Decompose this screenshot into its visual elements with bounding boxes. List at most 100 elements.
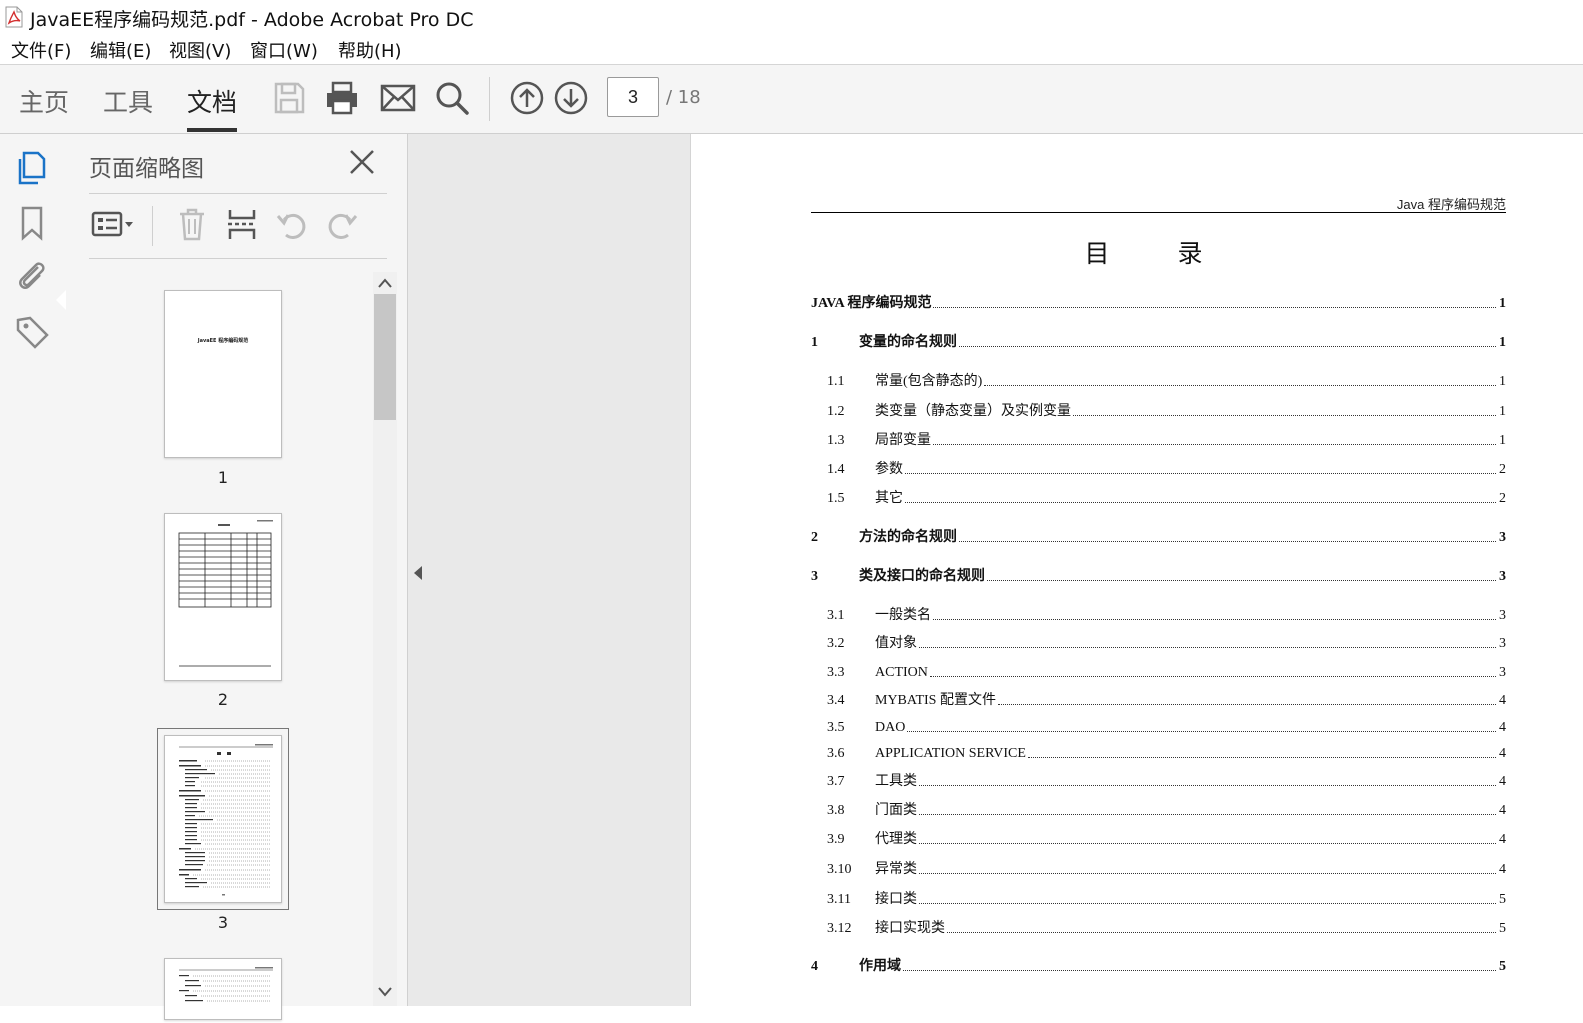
toc-dot-leader: [984, 385, 1496, 386]
toc-entry[interactable]: 3.8 门面类 4: [811, 799, 1506, 819]
close-icon[interactable]: [347, 147, 377, 177]
toc-entry[interactable]: 1.5 其它 2: [811, 487, 1506, 507]
thumbnail-title-text: JavaEE 程序编码规范: [197, 338, 249, 344]
toc-dot-leader: [947, 932, 1496, 933]
toc-entry-page: 3: [1499, 530, 1506, 545]
toc-entry-number: 3.11: [827, 892, 851, 907]
toc-entry[interactable]: 1.4 参数 2: [811, 458, 1506, 478]
tab-home[interactable]: 主页: [19, 83, 69, 119]
document-page: Java 程序编码规范 目 录 JAVA 程序编码规范 1 1 变量的命名规则 1 1.1…: [691, 134, 1583, 1006]
toc-entry-number: 3.9: [827, 832, 845, 847]
collapse-panel-arrow-icon[interactable]: [411, 564, 425, 582]
toc-entry-page: 3: [1499, 665, 1506, 680]
tag-icon[interactable]: [14, 314, 50, 350]
toc-entry-title: 工具类: [875, 774, 917, 789]
toc-entry[interactable]: 3.7 工具类 4: [811, 770, 1506, 790]
menu-window[interactable]: 窗口(W): [250, 37, 318, 63]
thumbnail-table-graphic: [178, 520, 273, 667]
toc-entry[interactable]: 1.3 局部变量 1: [811, 429, 1506, 449]
pdf-file-icon: [5, 6, 23, 28]
scroll-down-arrow-icon[interactable]: [375, 984, 395, 1000]
pages-icon[interactable]: [14, 150, 50, 186]
page-up-icon[interactable]: [508, 79, 546, 117]
toc-entry[interactable]: 3.3 ACTION 3: [811, 661, 1506, 681]
page-number-input[interactable]: [607, 77, 659, 117]
bookmark-icon[interactable]: [14, 205, 50, 241]
save-icon[interactable]: [270, 79, 308, 117]
toc-entry-number: 3.3: [827, 665, 845, 680]
toc-dot-leader: [1073, 415, 1496, 416]
tab-tools[interactable]: 工具: [103, 83, 153, 119]
toc-entry[interactable]: 3.2 值对象 3: [811, 632, 1506, 652]
thumbnail-number: 2: [217, 690, 229, 709]
undo-icon[interactable]: [274, 206, 310, 242]
toc-entry-title: JAVA 程序编码规范: [811, 296, 932, 311]
toc-entry[interactable]: 3.6 APPLICATION SERVICE 4: [811, 742, 1506, 762]
toc-entry-page: 1: [1499, 335, 1506, 350]
toc-entry-page: 2: [1499, 491, 1506, 506]
menu-view[interactable]: 视图(V): [169, 37, 231, 63]
page-thumbnail-3[interactable]: [164, 735, 282, 903]
toc-entry[interactable]: 1 变量的命名规则 1: [811, 331, 1506, 351]
delete-page-icon[interactable]: [174, 206, 210, 242]
toc-dot-leader: [933, 444, 1496, 445]
toc-entry[interactable]: 1.2 类变量（静态变量）及实例变量 1: [811, 400, 1506, 420]
insert-page-icon[interactable]: [224, 206, 260, 242]
toc-entry[interactable]: 3.12 接口实现类 5: [811, 917, 1506, 937]
running-header: Java 程序编码规范: [1396, 197, 1506, 212]
toc-entry[interactable]: 3.5 DAO 4: [811, 716, 1506, 736]
scroll-up-arrow-icon[interactable]: [375, 275, 395, 291]
toc-entry-number: 3.6: [827, 746, 845, 761]
print-icon[interactable]: [323, 79, 361, 117]
toc-entry-number: 3: [811, 569, 818, 584]
toc-entry[interactable]: 3.1 一般类名 3: [811, 604, 1506, 624]
main-toolbar: 主页 工具 文档 / 18: [0, 65, 1583, 134]
page-thumbnail-4[interactable]: [164, 958, 282, 1020]
toc-entry[interactable]: 3.9 代理类 4: [811, 828, 1506, 848]
email-icon[interactable]: [379, 79, 417, 117]
rail-active-pointer: [56, 290, 66, 310]
thumbnail-text-graphic: [179, 967, 273, 1002]
page-thumbnail-2[interactable]: [164, 513, 282, 681]
menu-edit[interactable]: 编辑(E): [90, 37, 151, 63]
thumbnail-options-icon[interactable]: [90, 206, 138, 242]
menu-file[interactable]: 文件(F): [11, 37, 71, 63]
toc-dot-leader: [987, 580, 1496, 581]
menu-help[interactable]: 帮助(H): [338, 37, 402, 63]
toc-entry[interactable]: 4 作用域 5: [811, 955, 1506, 975]
toc-entry-number: 3.8: [827, 803, 845, 818]
redo-icon[interactable]: [324, 206, 360, 242]
toc-entry[interactable]: 3.10 异常类 4: [811, 858, 1506, 878]
toc-dot-leader: [905, 473, 1496, 474]
page-down-icon[interactable]: [552, 79, 590, 117]
toc-entry-title: 局部变量: [875, 433, 931, 448]
toc-entry-page: 1: [1499, 296, 1506, 311]
toc-entry[interactable]: 2 方法的命名规则 3: [811, 526, 1506, 546]
toc-entry-number: 3.12: [827, 921, 852, 936]
toc-entry-title: 作用域: [859, 959, 901, 974]
toc-entry[interactable]: 1.1 常量(包含静态的) 1: [811, 370, 1506, 390]
search-icon[interactable]: [433, 79, 471, 117]
toc-entry[interactable]: JAVA 程序编码规范 1: [811, 292, 1506, 312]
panel-toolbar-separator: [152, 206, 153, 246]
toc-entry-title: 类变量（静态变量）及实例变量: [875, 404, 1071, 419]
toc-dot-leader: [959, 541, 1496, 542]
toc-dot-leader: [903, 970, 1496, 971]
thumbnails-scrollbar[interactable]: [373, 272, 397, 1006]
toc-entry[interactable]: 3 类及接口的命名规则 3: [811, 565, 1506, 585]
toc-dot-leader: [919, 814, 1496, 815]
toc-entry[interactable]: 3.11 接口类 5: [811, 888, 1506, 908]
page-thumbnail-1[interactable]: JavaEE 程序编码规范: [164, 290, 282, 458]
toc-dot-leader: [919, 903, 1496, 904]
scrollbar-thumb[interactable]: [374, 294, 396, 420]
tab-document[interactable]: 文档: [187, 83, 237, 119]
panel-divider: [89, 258, 387, 259]
toc-entry-number: 4: [811, 959, 818, 974]
toc-entry-page: 5: [1499, 959, 1506, 974]
toc-entry-number: 1.3: [827, 433, 845, 448]
toc-entry-number: 3.5: [827, 720, 845, 735]
attachment-icon[interactable]: [14, 258, 50, 294]
toc-entry[interactable]: 3.4 MYBATIS 配置文件 4: [811, 689, 1506, 709]
toc-entry-number: 1.1: [827, 374, 845, 389]
toc-entry-page: 4: [1499, 862, 1506, 877]
